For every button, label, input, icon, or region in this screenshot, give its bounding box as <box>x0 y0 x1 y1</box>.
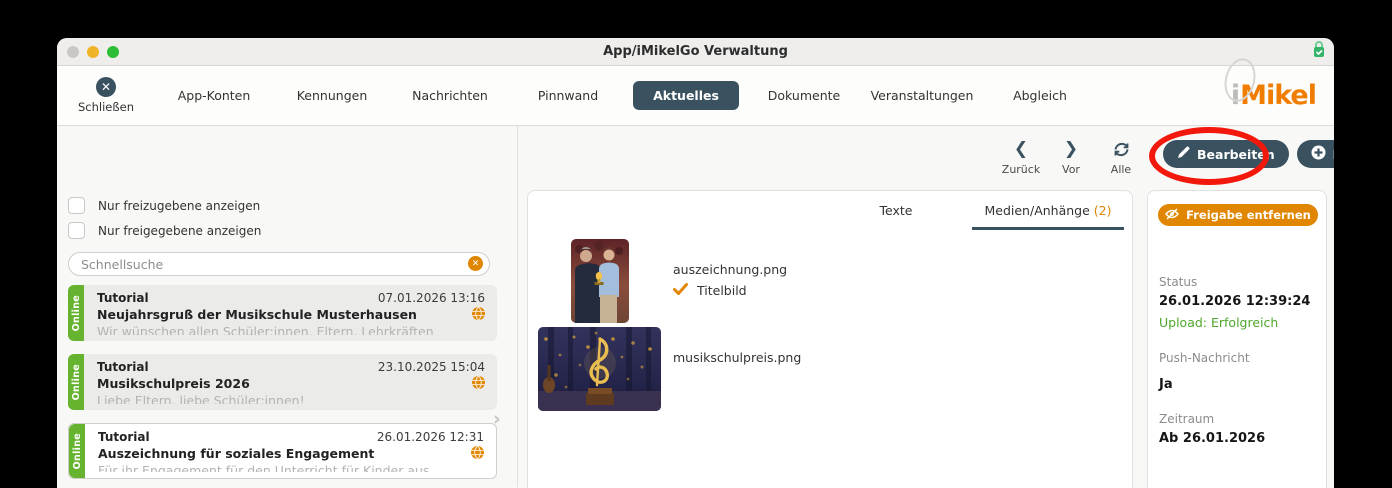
online-status-bar: Online <box>69 424 85 478</box>
filter-row-freizugebene: Nur freizugebene anzeigen <box>68 193 261 218</box>
checkbox-freigegebene[interactable] <box>68 222 85 239</box>
push-value: Ja <box>1159 377 1173 392</box>
item-preview: Liebe Eltern, liebe Schüler:innen! <box>97 393 305 404</box>
detail-card: Texte Medien/Anhänge (2) auszeichnung.pn… <box>527 190 1133 488</box>
status-value: 26.01.2026 12:39:24 <box>1159 294 1311 309</box>
window-title: App/iMikelGo Verwaltung <box>603 44 788 59</box>
reload-all-button[interactable]: Alle <box>1099 138 1143 176</box>
item-datetime: 26.01.2026 12:31 <box>376 430 484 444</box>
nav-tab-kennungen[interactable]: Kennungen <box>273 82 391 109</box>
media-thumbnail-auszeichnung[interactable] <box>571 239 629 323</box>
eye-slash-icon <box>1165 207 1180 223</box>
online-status-bar: Online <box>68 285 84 341</box>
minimize-window-button[interactable] <box>87 46 99 58</box>
content-area: Nur freizugebene anzeigen Nur freigegebe… <box>57 126 1334 488</box>
close-window-button[interactable] <box>67 46 79 58</box>
zoom-window-button[interactable] <box>107 46 119 58</box>
lock-icon <box>1311 39 1327 65</box>
app-window: App/iMikelGo Verwaltung ✕ Schließen App-… <box>57 38 1334 488</box>
remove-release-button[interactable]: Freigabe entfernen <box>1158 204 1318 226</box>
tab-texte[interactable]: Texte <box>820 203 972 230</box>
pencil-icon <box>1177 146 1190 162</box>
edit-button[interactable]: Bearbeiten <box>1163 140 1289 168</box>
forward-button[interactable]: ❯ Vor <box>1049 138 1093 176</box>
status-label: Status <box>1159 275 1198 289</box>
list-item[interactable]: Online Tutorial 07.01.2026 13:16 Neujahr… <box>68 285 497 341</box>
search-input[interactable] <box>68 252 490 276</box>
item-category: Tutorial <box>97 291 149 305</box>
nav-tab-abgleich[interactable]: Abgleich <box>981 82 1099 109</box>
globe-icon <box>472 305 485 324</box>
nav-tab-veranstaltungen[interactable]: Veranstaltungen <box>863 82 981 109</box>
back-button[interactable]: ❮ Zurück <box>999 138 1043 176</box>
item-preview: Für ihr Engagement für den Unterricht fü… <box>98 463 430 472</box>
item-preview: Wir wünschen allen Schüler:innen, Eltern… <box>97 324 434 335</box>
item-title: Auszeichnung für soziales Engagement <box>98 446 375 461</box>
period-value: Ab 26.01.2026 <box>1159 431 1266 446</box>
item-category: Tutorial <box>98 430 150 444</box>
nav-tab-nachrichten[interactable]: Nachrichten <box>391 82 509 109</box>
news-list: Online Tutorial 07.01.2026 13:16 Neujahr… <box>68 285 497 479</box>
nav-close-button[interactable]: ✕ Schließen <box>57 66 155 125</box>
check-icon <box>673 283 688 298</box>
chevron-left-icon: ❮ <box>1013 139 1029 159</box>
window-controls <box>67 46 119 58</box>
upload-status: Upload: Erfolgreich <box>1159 315 1279 330</box>
titelbild-flag: Titelbild <box>673 283 747 298</box>
push-label: Push-Nachricht <box>1159 351 1250 365</box>
online-status-bar: Online <box>68 354 84 410</box>
item-title: Neujahrsgruß der Musikschule Musterhause… <box>97 307 417 322</box>
nav-tab-pinnwand[interactable]: Pinnwand <box>509 82 627 109</box>
media-filename: auszeichnung.png <box>673 262 788 277</box>
period-label: Zeitraum <box>1159 412 1215 426</box>
refresh-icon <box>1112 138 1131 160</box>
item-datetime: 23.10.2025 15:04 <box>377 360 485 374</box>
nav-tab-dokumente[interactable]: Dokumente <box>745 82 863 109</box>
item-category: Tutorial <box>97 360 149 374</box>
list-item[interactable]: Online Tutorial 23.10.2025 15:04 Musiksc… <box>68 354 497 410</box>
item-datetime: 07.01.2026 13:16 <box>377 291 485 305</box>
quick-search: ✕ <box>68 252 490 276</box>
panel-divider <box>517 126 518 487</box>
plus-circle-icon <box>1311 145 1326 163</box>
screenshot-stage: App/iMikelGo Verwaltung ✕ Schließen App-… <box>0 0 1392 488</box>
tab-medien-anhaenge[interactable]: Medien/Anhänge (2) <box>972 203 1124 230</box>
nav-tabs: App-Konten Kennungen Nachrichten Pinnwan… <box>155 66 1099 125</box>
nav-tab-aktuelles[interactable]: Aktuelles <box>627 81 745 110</box>
list-item-selected[interactable]: Online Tutorial 26.01.2026 12:31 Auszeic… <box>68 423 497 479</box>
filter-label: Nur freizugebene anzeigen <box>98 198 261 213</box>
filter-row-freigegebene: Nur freigegebene anzeigen <box>68 218 261 243</box>
globe-icon <box>472 374 485 393</box>
nav-close-label: Schließen <box>78 100 134 114</box>
media-count-badge: (2) <box>1093 203 1112 218</box>
filter-label: Nur freigegebene anzeigen <box>98 223 262 238</box>
selected-item-chevron-icon: › <box>493 408 501 430</box>
item-title: Musikschulpreis 2026 <box>97 376 250 391</box>
media-thumbnail-musikschulpreis[interactable] <box>538 327 661 411</box>
globe-icon <box>471 444 484 463</box>
nav-tab-app-konten[interactable]: App-Konten <box>155 82 273 109</box>
record-toolbar: ❮ Zurück ❯ Vor Alle Bearbeiten <box>999 138 1334 176</box>
chevron-right-icon: ❯ <box>1063 139 1079 159</box>
imikel-logo: i Mikel <box>1219 55 1317 125</box>
close-circle-icon: ✕ <box>96 77 116 97</box>
media-filename: musikschulpreis.png <box>673 350 802 365</box>
filter-checkboxes: Nur freizugebene anzeigen Nur freigegebe… <box>68 193 261 243</box>
detail-tabs: Texte Medien/Anhänge (2) <box>528 191 1132 230</box>
search-clear-icon[interactable]: ✕ <box>468 256 483 271</box>
main-nav: ✕ Schließen App-Konten Kennungen Nachric… <box>57 55 1334 126</box>
title-bar: App/iMikelGo Verwaltung <box>57 38 1334 66</box>
new-button[interactable]: Neu <box>1296 140 1334 168</box>
checkbox-freizugebene[interactable] <box>68 197 85 214</box>
status-panel: Freigabe entfernen Status 26.01.2026 12:… <box>1147 190 1327 488</box>
